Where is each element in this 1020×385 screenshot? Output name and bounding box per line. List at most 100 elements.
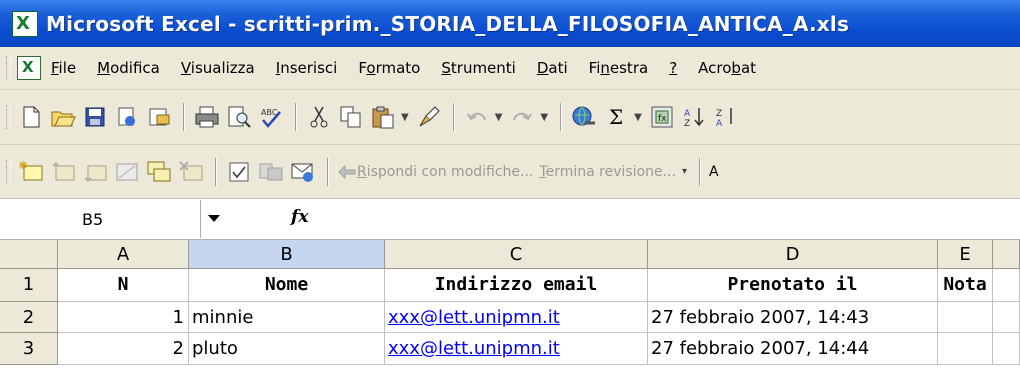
format-painter-icon[interactable] [415, 103, 443, 131]
menu-grip[interactable] [6, 56, 11, 80]
end-review-button[interactable]: Termina revisione... [539, 164, 676, 180]
print-preview-icon[interactable] [225, 103, 253, 131]
cell-d3[interactable]: 27 febbraio 2007, 14:44 [648, 333, 938, 365]
reviewing-toolbar: Rispondi con modifiche... Termina revisi… [0, 145, 1020, 199]
paste-dropdown-icon[interactable]: ▼ [401, 112, 409, 123]
toolbar-separator [183, 103, 185, 131]
column-header-c[interactable]: C [385, 240, 648, 269]
menu-strumenti[interactable]: Strumenti [441, 59, 515, 77]
cut-icon[interactable] [305, 103, 333, 131]
cell-e2[interactable] [938, 302, 993, 333]
delete-comment-icon[interactable] [177, 158, 205, 186]
cell-b3[interactable]: pluto [189, 333, 385, 365]
cell-a1[interactable]: N [58, 269, 189, 302]
next-comment-icon[interactable] [81, 158, 109, 186]
row-header-1[interactable]: 1 [0, 269, 58, 302]
row-header-2[interactable]: 2 [0, 302, 58, 333]
undo-icon[interactable] [463, 103, 491, 131]
cell-a3[interactable]: 2 [58, 333, 189, 365]
protect-sharing-icon[interactable] [257, 158, 285, 186]
email-link[interactable]: xxx@lett.unipmn.it [388, 338, 560, 359]
cell-d2[interactable]: 27 febbraio 2007, 14:43 [648, 302, 938, 333]
window-title: Microsoft Excel - scritti-prim._STORIA_D… [46, 11, 850, 36]
svg-text:Z: Z [716, 109, 722, 119]
standard-toolbar: ABC ▼ ▼ ▼ Σ ▼ fx AZ ZA [0, 90, 1020, 145]
new-comment-icon[interactable] [17, 158, 45, 186]
cell-a2[interactable]: 1 [58, 302, 189, 333]
email-icon[interactable] [145, 103, 173, 131]
title-bar: Microsoft Excel - scritti-prim._STORIA_D… [0, 0, 1020, 47]
column-header-f[interactable] [993, 240, 1020, 269]
toolbar-separator [452, 103, 455, 131]
menu-bar: File Modifica Visualizza Inserisci Forma… [0, 47, 1020, 90]
copy-icon[interactable] [337, 103, 365, 131]
svg-text:fx: fx [658, 114, 667, 124]
new-icon[interactable] [17, 103, 45, 131]
permission-icon[interactable] [113, 103, 141, 131]
cell-f1[interactable] [993, 269, 1020, 302]
toolbar-grip[interactable] [6, 105, 11, 129]
name-box[interactable]: B5 [0, 200, 201, 238]
cell-b1[interactable]: Nome [189, 269, 385, 302]
reply-with-changes-icon[interactable] [337, 158, 357, 186]
open-icon[interactable] [49, 103, 77, 131]
function-wizard-icon[interactable]: fx [648, 103, 676, 131]
formula-bar: B5 fx [0, 199, 1020, 240]
autosum-dropdown-icon[interactable]: ▼ [634, 112, 642, 123]
select-all-corner[interactable] [0, 240, 58, 269]
toolbar-options-icon[interactable]: ▾ [682, 166, 687, 177]
menu-modifica[interactable]: Modifica [97, 59, 160, 77]
cell-b2[interactable]: minnie [189, 302, 385, 333]
insert-function-icon[interactable]: fx [291, 207, 308, 227]
send-for-review-icon[interactable] [289, 158, 317, 186]
cell-f3[interactable] [993, 333, 1020, 365]
menu-help[interactable]: ? [669, 59, 677, 77]
row-header-3[interactable]: 3 [0, 333, 58, 365]
workbook-icon[interactable] [17, 56, 41, 80]
svg-text:Z: Z [684, 119, 690, 129]
column-header-a[interactable]: A [58, 240, 189, 269]
reply-with-changes-button[interactable]: Rispondi con modifiche... [357, 164, 533, 180]
name-box-dropdown-icon[interactable] [208, 215, 220, 222]
cell-c1[interactable]: Indirizzo email [385, 269, 648, 302]
cell-e3[interactable] [938, 333, 993, 365]
toolbar-grip[interactable] [6, 159, 11, 184]
menu-formato[interactable]: Formato [358, 59, 420, 77]
menu-dati[interactable]: Dati [537, 59, 568, 77]
sort-ascending-icon[interactable]: AZ [680, 103, 708, 131]
print-icon[interactable] [193, 103, 221, 131]
toolbar-separator [295, 103, 297, 131]
save-icon[interactable] [81, 103, 109, 131]
cell-e1[interactable]: Nota [938, 269, 993, 302]
cell-d1[interactable]: Prenotato il [648, 269, 938, 302]
column-header-b[interactable]: B [189, 240, 385, 269]
track-changes-icon[interactable] [225, 158, 253, 186]
formula-input[interactable] [330, 199, 1020, 237]
trailing-toolbar-label[interactable]: A [709, 164, 719, 180]
redo-dropdown-icon[interactable]: ▼ [540, 112, 548, 123]
svg-text:A: A [716, 119, 723, 129]
svg-text:A: A [684, 109, 691, 119]
menu-acrobat[interactable]: Acrobat [698, 59, 756, 77]
excel-app-icon[interactable] [12, 10, 38, 37]
previous-comment-icon[interactable] [49, 158, 77, 186]
email-link[interactable]: xxx@lett.unipmn.it [388, 307, 560, 328]
menu-file[interactable]: File [51, 59, 76, 77]
cell-c2[interactable]: xxx@lett.unipmn.it [385, 302, 648, 333]
cell-f2[interactable] [993, 302, 1020, 333]
undo-dropdown-icon[interactable]: ▼ [495, 112, 503, 123]
cell-c3[interactable]: xxx@lett.unipmn.it [385, 333, 648, 365]
paste-icon[interactable] [369, 103, 397, 131]
redo-icon[interactable] [508, 103, 536, 131]
hyperlink-icon[interactable] [570, 103, 598, 131]
column-header-d[interactable]: D [648, 240, 938, 269]
autosum-icon[interactable]: Σ [602, 103, 630, 131]
sort-descending-icon[interactable]: ZA [712, 103, 740, 131]
spelling-icon[interactable]: ABC [257, 103, 285, 131]
column-header-e[interactable]: E [938, 240, 993, 269]
menu-visualizza[interactable]: Visualizza [181, 59, 255, 77]
menu-inserisci[interactable]: Inserisci [276, 59, 338, 77]
show-hide-comment-icon[interactable] [113, 158, 141, 186]
menu-finestra[interactable]: Finestra [589, 59, 649, 77]
show-all-comments-icon[interactable] [145, 158, 173, 186]
